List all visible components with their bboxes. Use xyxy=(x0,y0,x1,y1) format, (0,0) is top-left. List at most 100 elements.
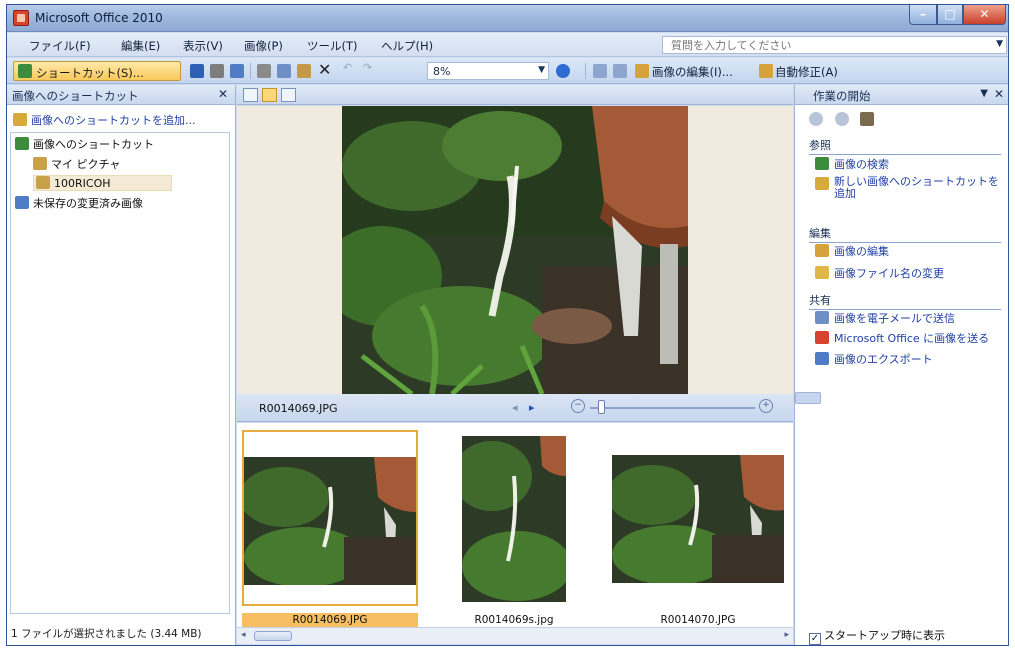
zoom-slider-handle[interactable] xyxy=(598,400,605,414)
cut-icon[interactable] xyxy=(257,64,271,78)
home-icon[interactable] xyxy=(860,112,874,126)
menu-help[interactable]: ヘルプ(H) xyxy=(381,38,433,54)
zoom-out-icon[interactable]: − xyxy=(571,399,585,413)
task-pane-nav xyxy=(809,112,882,126)
task-export[interactable]: 画像のエクスポート xyxy=(815,352,1003,366)
help-search-input[interactable] xyxy=(663,37,985,53)
save-icon[interactable] xyxy=(190,64,204,78)
menu-tools[interactable]: ツール(T) xyxy=(307,38,358,54)
shortcuts-button-label: ショートカット(S)... xyxy=(36,66,144,80)
title-bar: Microsoft Office 2010 – □ ✕ xyxy=(7,5,1008,32)
task-rename[interactable]: 画像ファイル名の変更 xyxy=(815,266,1003,280)
back-icon[interactable] xyxy=(809,112,823,126)
thumbnail-item[interactable] xyxy=(462,430,566,606)
scroll-left-icon[interactable]: ◂ xyxy=(241,630,246,640)
thumbnail-item[interactable] xyxy=(612,430,784,606)
office-icon xyxy=(815,331,829,344)
task-label: 画像のエクスポート xyxy=(834,353,933,366)
previous-picture-icon[interactable]: ◂ xyxy=(512,401,518,414)
thumbnail-image xyxy=(462,436,566,602)
single-picture-view-icon[interactable] xyxy=(281,88,296,102)
filmstrip-scrollbar[interactable]: ◂ ▸ xyxy=(237,627,793,644)
thumbnails-view-icon[interactable] xyxy=(243,88,258,102)
thumbnail-caption[interactable]: R0014069s.jpg xyxy=(447,613,581,628)
close-task-pane-icon[interactable]: ✕ xyxy=(994,87,1004,101)
window-title: Microsoft Office 2010 xyxy=(35,11,163,25)
maximize-button[interactable]: □ xyxy=(937,5,963,25)
menu-picture[interactable]: 画像(P) xyxy=(244,38,283,54)
edit-picture-button[interactable]: 画像の編集(I)... xyxy=(652,64,733,80)
menu-edit[interactable]: 編集(E) xyxy=(121,38,160,54)
show-at-startup-label: スタートアップ時に表示 xyxy=(824,629,945,642)
close-button[interactable]: ✕ xyxy=(963,5,1006,25)
picture-preview xyxy=(237,106,793,394)
copy-icon[interactable] xyxy=(277,64,291,78)
zoom-select[interactable]: 8% ▼ xyxy=(427,62,549,80)
tree-item-100ricoh[interactable]: 100RICOH xyxy=(33,175,172,191)
add-shortcut-link[interactable]: 画像へのショートカットを追加... xyxy=(13,112,196,128)
app-window: Microsoft Office 2010 – □ ✕ ファイル(F) 編集(E… xyxy=(6,4,1009,646)
paste-icon[interactable] xyxy=(297,64,311,78)
zoom-in-icon[interactable]: + xyxy=(759,399,773,413)
thumbnail-item[interactable] xyxy=(242,430,418,606)
shortcuts-pane-title: 画像へのショートカット xyxy=(12,89,139,103)
thumbnail-image xyxy=(612,455,784,583)
section-edit: 編集 xyxy=(809,225,1001,243)
tree-item-unsaved-edits[interactable]: 未保存の変更済み画像 xyxy=(15,195,143,211)
delete-icon[interactable]: ✕ xyxy=(318,60,332,79)
rotate-right-icon[interactable] xyxy=(613,64,627,78)
task-label: 新しい画像へのショートカットを追加 xyxy=(834,175,999,200)
tree-item-label: 画像へのショートカット xyxy=(33,138,154,151)
menu-file[interactable]: ファイル(F) xyxy=(29,38,91,54)
thumbnail-caption[interactable]: R0014070.JPG xyxy=(612,613,784,628)
tree-item-shortcuts[interactable]: 画像へのショートカット xyxy=(15,136,154,152)
task-label: 画像の検索 xyxy=(834,158,889,171)
task-send-to-office[interactable]: Microsoft Office に画像を送る xyxy=(815,331,1003,345)
shortcuts-button[interactable]: ショートカット(S)... xyxy=(13,61,181,81)
preview-photo[interactable] xyxy=(342,106,688,394)
filmstrip-bar: R0014069.JPG ◂ ▸ − + xyxy=(237,394,793,422)
task-find-pictures[interactable]: 画像の検索 xyxy=(815,157,1003,171)
auto-correct-icon[interactable] xyxy=(759,64,773,78)
undo-icon[interactable]: ↶ xyxy=(343,61,357,75)
shortcuts-pane: 画像へのショートカット ✕ 画像へのショートカットを追加... 画像へのショート… xyxy=(7,85,236,645)
next-picture-icon[interactable]: ▸ xyxy=(529,401,535,414)
task-email[interactable]: 画像を電子メールで送信 xyxy=(815,311,1003,325)
picture-manager-app-icon[interactable] xyxy=(13,10,29,26)
task-pane-scroll-handle[interactable] xyxy=(795,392,821,404)
edit-picture-icon[interactable] xyxy=(635,64,649,78)
folder-icon xyxy=(33,157,47,170)
shortcuts-pane-header: 画像へのショートカット ✕ xyxy=(7,85,235,105)
add-folder-icon xyxy=(13,113,27,126)
thumbnail-image xyxy=(244,457,416,585)
redo-icon[interactable]: ↷ xyxy=(363,61,377,75)
show-at-startup-checkbox[interactable]: ✓ スタートアップ時に表示 xyxy=(809,627,945,645)
preview-filename: R0014069.JPG xyxy=(259,402,338,415)
filmstrip-view-icon[interactable] xyxy=(262,88,277,102)
checkbox-checked-icon[interactable]: ✓ xyxy=(809,633,821,645)
close-pane-icon[interactable]: ✕ xyxy=(218,87,228,101)
unsaved-pictures-icon xyxy=(15,196,29,209)
scrollbar-thumb[interactable] xyxy=(254,631,292,641)
help-search-box[interactable]: ▼ xyxy=(662,36,1007,54)
help-dropdown-icon[interactable]: ▼ xyxy=(996,39,1003,49)
minimize-button[interactable]: – xyxy=(909,5,937,25)
zoom-value: 8% xyxy=(433,65,451,78)
forward-icon[interactable] xyxy=(834,112,849,126)
zoom-dropdown-icon[interactable]: ▼ xyxy=(538,65,545,75)
task-pane-menu-icon[interactable]: ▼ xyxy=(980,88,988,99)
print-icon[interactable] xyxy=(210,64,224,78)
menu-view[interactable]: 表示(V) xyxy=(183,38,223,54)
rotate-left-icon[interactable] xyxy=(593,64,607,78)
tree-item-my-pictures[interactable]: マイ ピクチャ xyxy=(33,156,120,172)
task-add-shortcut[interactable]: 新しい画像へのショートカットを追加 xyxy=(815,176,1003,200)
auto-correct-button[interactable]: 自動修正(A) xyxy=(775,64,838,80)
scroll-right-icon[interactable]: ▸ xyxy=(784,630,789,640)
send-mail-icon[interactable] xyxy=(230,64,244,78)
tree-item-label: 100RICOH xyxy=(54,177,111,190)
task-edit-pictures[interactable]: 画像の編集 xyxy=(815,244,1003,258)
help-icon[interactable] xyxy=(556,64,570,78)
thumbnail-caption[interactable]: R0014069.JPG xyxy=(242,613,418,628)
zoom-slider-track[interactable] xyxy=(590,407,755,409)
edit-picture-icon xyxy=(815,244,829,257)
